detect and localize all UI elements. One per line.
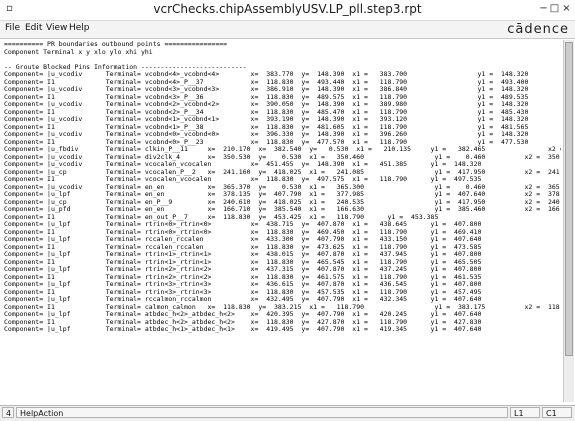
menu-file[interactable]: File [5,23,20,33]
vertical-scrollbar[interactable] [563,40,574,402]
status-message: HelpAction [16,407,508,418]
title-bar: ▫ vcrChecks.chipAssemblyUSV.LP_pll.step3… [0,0,575,21]
menu-bar: File Edit View Help cādence [0,21,575,39]
status-line-field: L1 [510,407,540,418]
status-bar: 4 HelpAction L1 C1 [0,405,575,421]
scrollbar-thumb[interactable] [565,42,573,356]
menu-edit[interactable]: Edit [25,23,42,33]
report-text-area[interactable]: ========== PR boundaries outbound points… [3,40,561,400]
menu-view[interactable]: View [46,23,67,33]
window-title: vcrChecks.chipAssemblyUSV.LP_pll.step3.r… [153,2,422,16]
report-text: ========== PR boundaries outbound points… [3,40,561,334]
close-icon[interactable]: × [561,3,572,14]
cadence-logo: cādence [507,22,569,37]
report-line: Component= |u_lpf Terminal= atbdec_h<1>_… [4,325,482,333]
minimize-icon[interactable]: − [538,3,549,14]
status-column-field: C1 [542,407,572,418]
report-line: Component Terminal x y xlo ylo xhi yhi [4,47,153,56]
status-line-number: 4 [2,407,14,418]
menu-help[interactable]: Help [69,23,90,33]
maximize-icon[interactable]: □ [549,3,560,14]
